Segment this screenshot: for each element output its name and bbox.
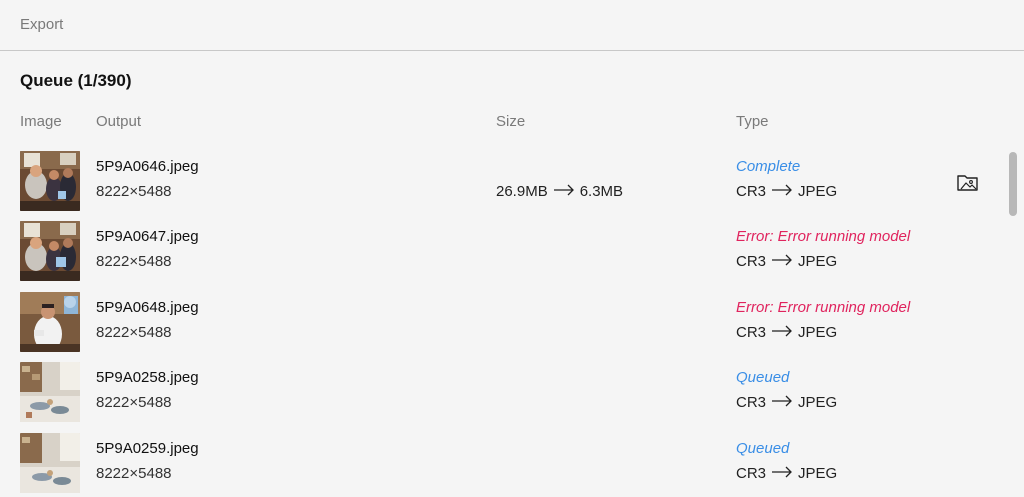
window-header: Export: [0, 0, 1024, 51]
long-right-arrow-icon: [771, 183, 793, 200]
image-thumbnail: [20, 221, 80, 281]
long-right-arrow-icon: [771, 465, 793, 482]
image-thumbnail: [20, 292, 80, 352]
long-right-arrow-icon: [553, 183, 575, 200]
output-filename: 5P9A0259.jpeg: [96, 440, 199, 457]
type-conversion: CR3 JPEG: [736, 183, 837, 200]
type-conversion: CR3 JPEG: [736, 465, 837, 482]
status-label: Queued: [736, 369, 790, 386]
column-header-image: Image: [20, 113, 62, 130]
window-title: Export: [20, 16, 64, 33]
long-right-arrow-icon: [771, 253, 793, 270]
vertical-scrollbar[interactable]: [1009, 152, 1017, 216]
output-dimensions: 8222×5488: [96, 324, 172, 341]
output-dimensions: 8222×5488: [96, 183, 172, 200]
output-filename: 5P9A0258.jpeg: [96, 369, 199, 386]
status-label: Error: Error running model: [736, 299, 911, 316]
queue-row[interactable]: 5P9A0259.jpeg 8222×5488 Queued CR3 JPEG: [0, 433, 1005, 497]
type-source: CR3: [736, 394, 767, 411]
image-thumbnail: [20, 151, 80, 211]
status-label: Error: Error running model: [736, 228, 911, 245]
type-target: JPEG: [798, 324, 838, 341]
type-source: CR3: [736, 253, 767, 270]
output-dimensions: 8222×5488: [96, 253, 172, 270]
type-conversion: CR3 JPEG: [736, 253, 837, 270]
image-folder-icon[interactable]: [956, 171, 980, 193]
output-dimensions: 8222×5488: [96, 394, 172, 411]
status-label: Queued: [736, 440, 790, 457]
size-original: 26.9MB: [496, 183, 548, 200]
output-filename: 5P9A0647.jpeg: [96, 228, 199, 245]
queue-row[interactable]: 5P9A0648.jpeg 8222×5488 Error: Error run…: [0, 292, 1005, 356]
type-target: JPEG: [798, 183, 838, 200]
column-header-type: Type: [736, 113, 769, 130]
type-conversion: CR3 JPEG: [736, 394, 837, 411]
column-header-output: Output: [96, 113, 142, 130]
long-right-arrow-icon: [771, 394, 793, 411]
type-target: JPEG: [798, 465, 838, 482]
type-target: JPEG: [798, 394, 838, 411]
column-header-size: Size: [496, 113, 526, 130]
queue-title: Queue (1/390): [20, 71, 132, 90]
size-change: 26.9MB 6.3MB: [496, 183, 623, 200]
status-label: Complete: [736, 158, 801, 175]
type-target: JPEG: [798, 253, 838, 270]
queue-row[interactable]: 5P9A0258.jpeg 8222×5488 Queued CR3 JPEG: [0, 362, 1005, 426]
type-source: CR3: [736, 324, 767, 341]
output-filename: 5P9A0646.jpeg: [96, 158, 199, 175]
output-dimensions: 8222×5488: [96, 465, 172, 482]
output-filename: 5P9A0648.jpeg: [96, 299, 199, 316]
type-conversion: CR3 JPEG: [736, 324, 837, 341]
image-thumbnail: [20, 433, 80, 493]
queue-row[interactable]: 5P9A0646.jpeg 8222×5488 26.9MB 6.3MB Com…: [0, 151, 1005, 215]
type-source: CR3: [736, 183, 767, 200]
size-output: 6.3MB: [579, 183, 624, 200]
image-thumbnail: [20, 362, 80, 422]
long-right-arrow-icon: [771, 324, 793, 341]
queue-row[interactable]: 5P9A0647.jpeg 8222×5488 Error: Error run…: [0, 221, 1005, 285]
type-source: CR3: [736, 465, 767, 482]
